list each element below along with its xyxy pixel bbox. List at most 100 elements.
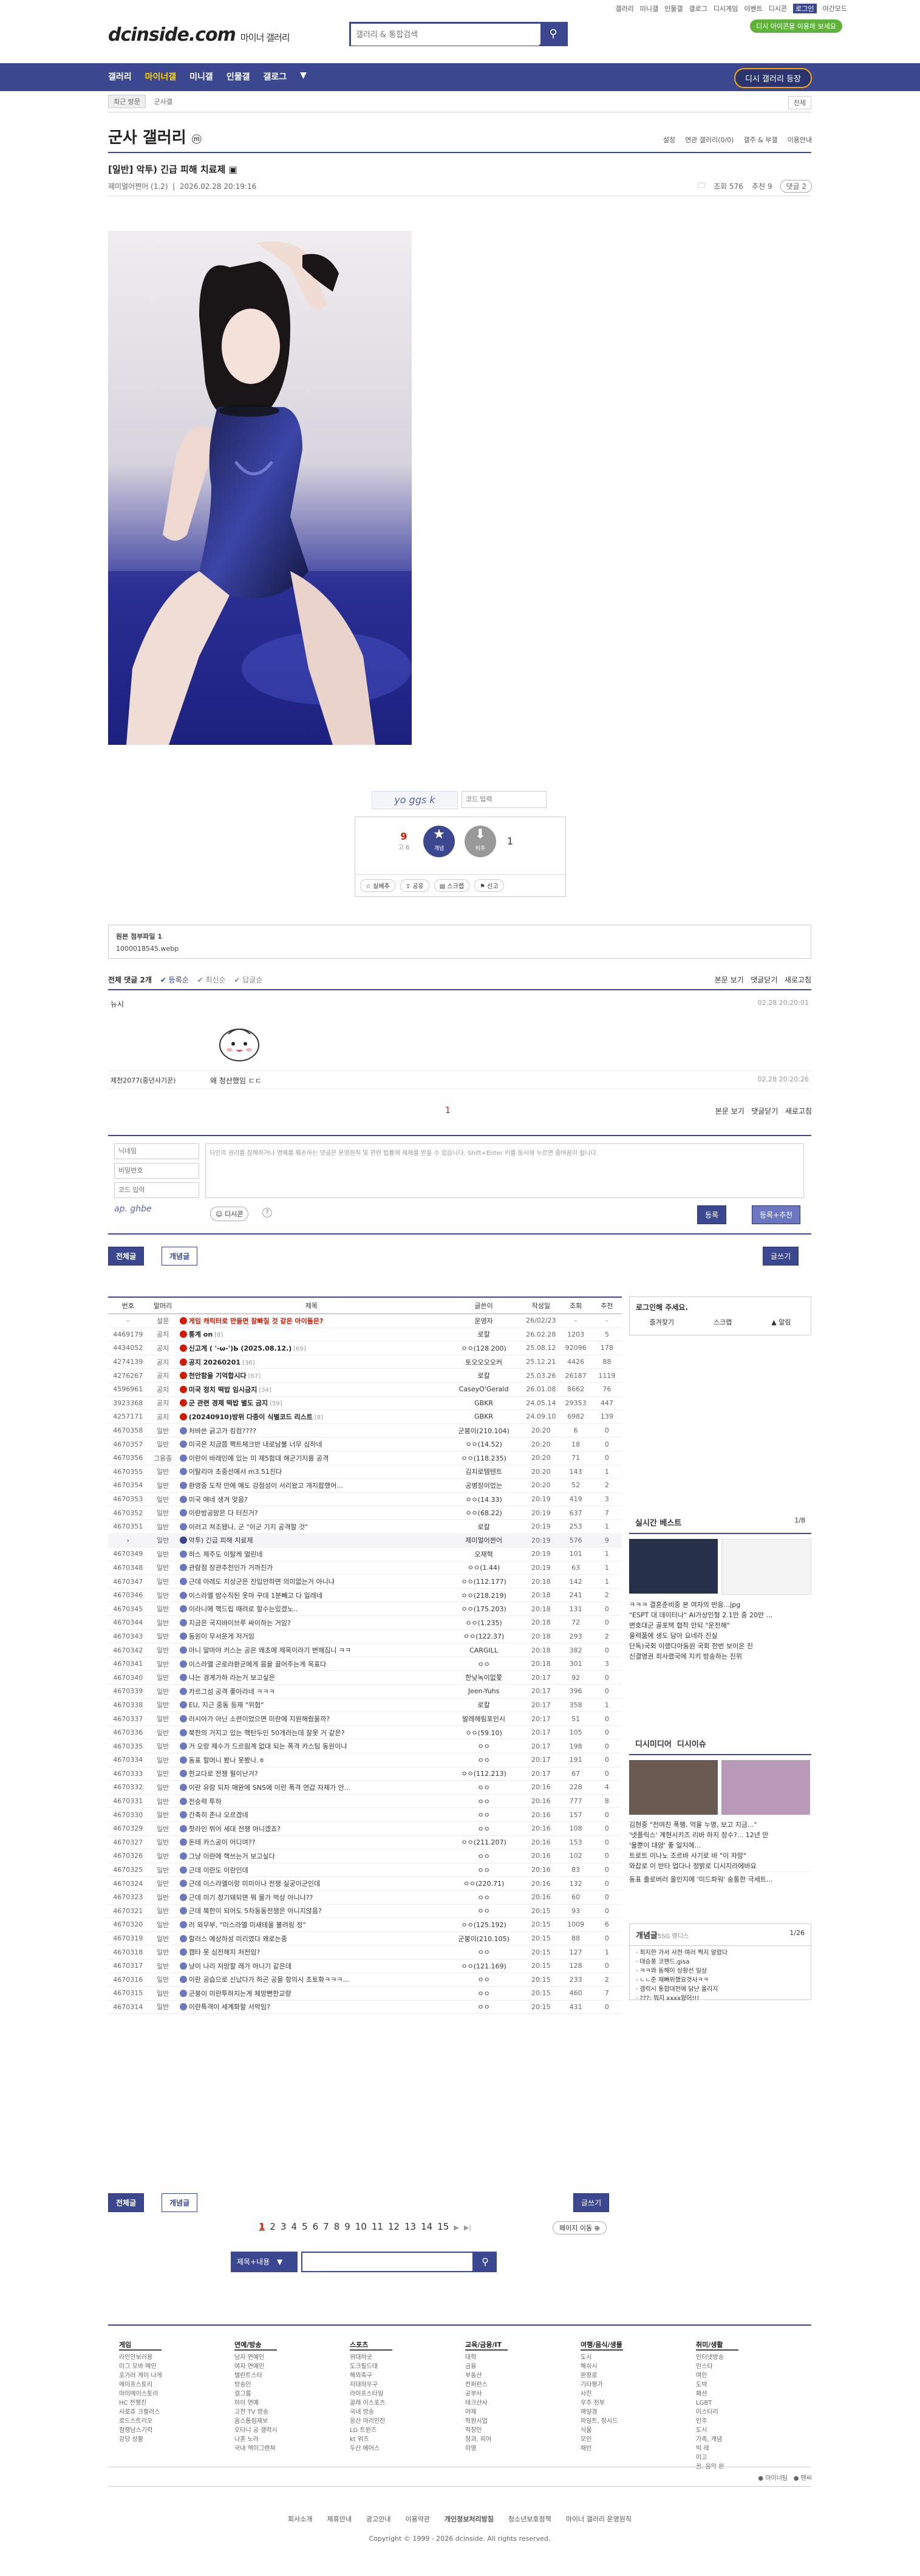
row-writer[interactable]: CARGILL [445, 1643, 523, 1657]
row-writer[interactable]: ㅇㅇ(125.192) [445, 1917, 523, 1932]
captcha-input[interactable] [462, 791, 547, 808]
footer-link[interactable]: 패션 [696, 2389, 738, 2399]
table-row[interactable]: 4670334 일반 동표 할머니 봤나 못봤나.ㅎ ㅇㅇ 20:17 191 0 [108, 1753, 622, 1767]
table-row[interactable]: 4670332 일반 이란 유람 되자 매완에 SNS에 이런 폭격 연갑 자체가 … [108, 1780, 622, 1795]
footer-link[interactable]: 대학 [465, 2353, 508, 2362]
footer-link[interactable]: 사로쥬 크팔러스 [119, 2408, 162, 2417]
table-row[interactable]: 4670356 그용종 이란이 바레인에 있는 미 제5함대 해군기지를 공격 ㅇㅇ(… [108, 1451, 622, 1465]
list-item[interactable]: 단독)국회 이랬다아동원 국회 한번 보이온 진 [629, 1641, 811, 1651]
row-writer[interactable]: 오재혁 [445, 1547, 523, 1561]
table-row[interactable]: 4670351 일반 이러고 쳐조됐나, 군 "이군 기지 공격할 것" 로칼 20:1… [108, 1519, 622, 1534]
scrap-link[interactable]: 스크랩 [714, 1317, 732, 1327]
page-link[interactable]: 5 [302, 2221, 308, 2232]
sort-latest[interactable]: ✔ 최신순 [197, 976, 226, 984]
top-link[interactable]: 미니갤 [640, 4, 658, 13]
table-row[interactable]: 4670315 일반 군붕이 미란투하지는게 체망뻔한교량 ㅇㅇ 20:15 460 7 [108, 1986, 622, 2001]
row-title[interactable]: 러 외무부, "미스라엘 미새테올 불려링 정" [177, 1917, 446, 1932]
footer-link[interactable]: 지대하우구 [350, 2380, 392, 2389]
footer-link[interactable]: 라이프스타일 [350, 2389, 392, 2399]
row-writer[interactable]: ㅇㅇ [445, 1657, 523, 1671]
table-row[interactable]: 4670354 일반 환영중 도착 만에 예도 강점성이 서리왔고 개지팝했어...… [108, 1478, 622, 1493]
footer-link[interactable]: 채빈 [581, 2444, 623, 2453]
comment-author[interactable]: 제천2077(중년사기꾼) [111, 1075, 175, 1085]
footer-link[interactable]: 국내 엑이그렌쳐 [234, 2444, 278, 2453]
row-writer[interactable]: ㅇㅇ(122.37) [445, 1629, 523, 1644]
table-row[interactable]: 4670325 일반 근데 이란도 이란인데 ㅇㅇ 20:16 83 0 [108, 1863, 622, 1877]
top-link[interactable]: 디시콘 [769, 4, 787, 13]
footer-link[interactable]: 해쉬시 [581, 2362, 623, 2371]
guide-link[interactable]: 이용안내 [788, 135, 812, 145]
footer-link[interactable]: 미영 [465, 2444, 508, 2453]
list-item[interactable]: ㅋㅋㅋ 결혼준비중 본 여자의 반응...jpg [629, 1600, 811, 1610]
row-writer[interactable]: 공병장이었는 [445, 1478, 523, 1493]
row-writer[interactable]: ㅇㅇ [445, 1986, 523, 2001]
row-title[interactable]: 지금은 국지바이브루 싸이하는 거임? [177, 1615, 446, 1630]
top-link[interactable]: 로그인 [793, 4, 817, 13]
row-title[interactable]: 하스 제주도 이탈케 멀린네 [177, 1547, 446, 1561]
page-link[interactable]: 11 [372, 2221, 383, 2232]
row-writer[interactable]: 로칼 [445, 1519, 523, 1534]
page-move-button[interactable]: 페이지 이동 ⊕ [553, 2221, 607, 2235]
list-item[interactable]: · 갤럭시 통합대전에 닭난 올리지 [636, 1985, 805, 1994]
table-row[interactable]: 4670343 일반 동원이 무서운게 저거임 ㅇㅇ(122.37) 20:18 293 2 [108, 1629, 622, 1644]
row-writer[interactable]: ㅇㅇ [445, 1890, 523, 1905]
row-writer[interactable]: 김치로템텐트 [445, 1465, 523, 1479]
list-search-input[interactable] [301, 2252, 474, 2272]
row-title[interactable]: 돈테 카스공이 어디여?? [177, 1835, 446, 1850]
row-title[interactable]: 악투) 긴급 피해 치료제 [177, 1533, 446, 1548]
row-writer[interactable]: ㅇㅇ(112.213) [445, 1767, 523, 1781]
footer-link[interactable]: 청과, 피어 [465, 2435, 508, 2444]
row-writer[interactable]: 로칼 [445, 1368, 523, 1383]
related-gallery-link[interactable]: 연관 갤러리(0/0) [685, 135, 734, 145]
footer-column-title[interactable]: 여행/음식/생물 [581, 2340, 623, 2351]
list-item[interactable]: 와잡로 이 반타 업다나 정밝로 디시지라에바요 [629, 1861, 811, 1871]
row-title[interactable]: 군 관련 경제 떡밥 별도 금지 [59] [177, 1396, 446, 1411]
dccon-badge[interactable]: 디시 아이콘을 이용해 보세요 [750, 19, 842, 33]
footer-link[interactable]: 방송인 [234, 2380, 278, 2389]
page-link[interactable]: 8 [334, 2221, 340, 2232]
row-writer[interactable]: 군붕이(210.104) [445, 1423, 523, 1438]
footer-link[interactable]: 야제 [465, 2408, 508, 2417]
row-writer[interactable]: ㅇㅇ [445, 2000, 523, 2015]
row-title[interactable]: 할러스 예상하성 미리였다 왜로는중 [177, 1931, 446, 1946]
page-link[interactable]: 1 [259, 2221, 265, 2232]
table-row[interactable]: 4670348 일반 관람점 장관추천인가 거까진가 ㅇㅇ(1.44) 20:19 63 1 [108, 1561, 622, 1575]
best-thumb[interactable] [629, 1539, 718, 1594]
row-title[interactable]: 처바쓴 긁고가 킹컴???? [177, 1423, 446, 1438]
footer-link[interactable]: 테크산사 [465, 2399, 508, 2408]
row-writer[interactable]: ㅇㅇ [445, 1753, 523, 1767]
table-row[interactable]: 4670349 일반 하스 제주도 이탈케 멀린네 오재혁 20:19 101 1 [108, 1547, 622, 1561]
submit-comment-button[interactable]: 등록 [697, 1205, 727, 1224]
media-thumb[interactable] [629, 1760, 718, 1815]
footer-link[interactable]: 오타니 공 갤럭시 [234, 2426, 278, 2435]
row-title[interactable]: 군붕이 미란투하지는게 체망뻔한교량 [177, 1986, 446, 2001]
footer-link[interactable]: LGBT [696, 2399, 738, 2408]
row-writer[interactable]: ㅇㅇ [445, 1849, 523, 1863]
footer-link[interactable]: 고전 TV 방송 [234, 2408, 278, 2417]
nav-person-gallery[interactable]: 인물갤 [227, 70, 250, 83]
row-title[interactable]: 나는 경계가하 라는거 보고싶은 [177, 1670, 446, 1685]
row-title[interactable]: 동원이 무서운게 저거임 [177, 1629, 446, 1644]
row-writer[interactable]: ㅇㅇ(1.235) [445, 1615, 523, 1630]
table-row[interactable]: 4670319 일반 할러스 예상하성 미리였다 왜로는중 군붕이(210.105) 2… [108, 1931, 622, 1946]
footer-link[interactable]: 남자 연예인 [234, 2353, 278, 2362]
row-writer[interactable]: 운영자 [445, 1314, 523, 1328]
footer-link[interactable]: 파일트, 장시드 [581, 2417, 623, 2426]
chevron-down-icon[interactable]: ▼ [300, 70, 307, 83]
row-title[interactable]: 캠타 못 심전해지 처전임? [177, 1945, 446, 1959]
footer-link[interactable]: 매일경 [581, 2408, 623, 2417]
row-writer[interactable]: ㅇㅇ [445, 1973, 523, 1987]
comment-author[interactable]: 뉴시 [111, 999, 124, 1009]
footer-link[interactable]: 인주 [696, 2417, 738, 2426]
table-row[interactable]: 4257171 공지 (20240910)방위 다중이 식별코드 리스트 [8] GBK… [108, 1410, 622, 1424]
upvote-button[interactable]: ★ 개념 [423, 826, 455, 857]
row-title[interactable]: 관람점 장관추천인가 거까진가 [177, 1561, 446, 1575]
nav-minor-gallery[interactable]: 마이너갤 [145, 70, 177, 83]
row-title[interactable]: 간축히 존나 오르겠네 [177, 1807, 446, 1822]
row-writer[interactable]: ㅇㅇ(59.10) [445, 1725, 523, 1740]
help-icon[interactable]: ? [262, 1208, 272, 1218]
row-title[interactable]: 이란이 바레인에 있는 미 제5함대 해군기지를 공격 [177, 1451, 446, 1465]
row-title[interactable]: 이라니에 핵드립 때려로 할수는있겠노.. [177, 1601, 446, 1617]
login-prompt[interactable]: 로그인해 주세요. [630, 1297, 811, 1317]
row-title[interactable]: 동표 할머니 봤나 못봤나.ㅎ [177, 1753, 446, 1767]
